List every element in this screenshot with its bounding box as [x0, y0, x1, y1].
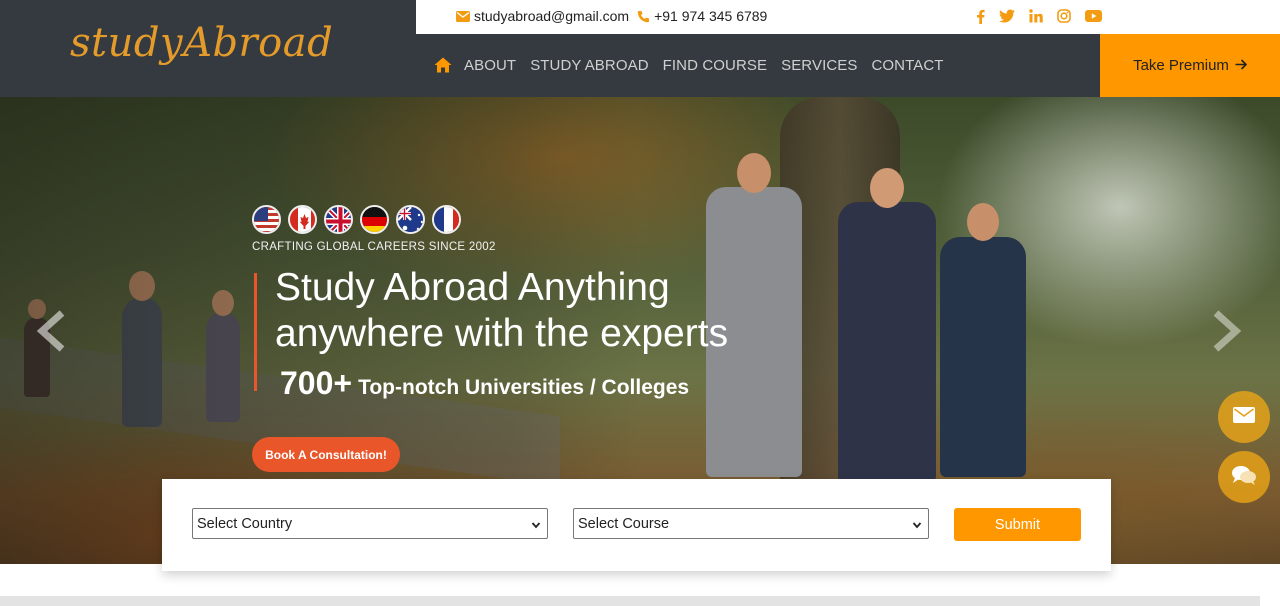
top-contact-bar: studyabroad@gmail.com +91 974 345 6789	[416, 0, 1280, 34]
hero-stat-text: Top-notch Universities / Colleges	[358, 376, 690, 399]
canada-flag-icon	[288, 205, 317, 234]
hero-tagline: CRAFTING GLOBAL CAREERS SINCE 2002	[252, 241, 496, 253]
youtube-icon[interactable]	[1085, 8, 1102, 24]
logo-block: studyAbroad	[0, 0, 416, 97]
home-icon[interactable]	[434, 57, 452, 75]
hero-headline-line2: anywhere with the experts	[275, 312, 729, 355]
instagram-icon[interactable]	[1057, 8, 1071, 24]
course-select[interactable]: Select Course	[573, 508, 929, 539]
carousel-next-icon[interactable]	[1212, 309, 1242, 353]
main-nav: ABOUT STUDY ABROAD FIND COURSE SERVICES …	[416, 34, 1100, 97]
logo[interactable]: studyAbroad	[70, 20, 333, 66]
country-select-value: Select Country	[197, 515, 293, 532]
country-flags	[252, 205, 461, 234]
email-link[interactable]: studyabroad@gmail.com	[474, 8, 629, 24]
linkedin-icon[interactable]	[1029, 8, 1043, 24]
envelope-icon	[456, 10, 470, 22]
country-select[interactable]: Select Country	[192, 508, 548, 539]
germany-flag-icon	[360, 205, 389, 234]
hero-stat: 700+ Top-notch Universities / Colleges	[280, 365, 689, 402]
usa-flag-icon	[252, 205, 281, 234]
nav-study-abroad[interactable]: STUDY ABROAD	[530, 57, 648, 74]
hero-headline: Study Abroad Anything anywhere with the …	[275, 265, 728, 357]
book-consultation-button[interactable]: Book A Consultation!	[252, 437, 400, 472]
contact-info: studyabroad@gmail.com +91 974 345 6789	[456, 8, 767, 24]
hero-stat-number: 700+	[280, 365, 353, 401]
chevron-down-icon	[912, 518, 922, 529]
nav-services[interactable]: SERVICES	[781, 57, 857, 74]
phone-link[interactable]: +91 974 345 6789	[654, 8, 767, 24]
phone-icon	[637, 10, 650, 23]
chat-icon	[1231, 464, 1257, 491]
course-search-card: Select Country Select Course Submit	[162, 479, 1111, 571]
social-links	[976, 8, 1102, 24]
facebook-icon[interactable]	[976, 8, 985, 24]
arrow-right-icon	[1235, 57, 1248, 74]
course-select-value: Select Course	[578, 515, 670, 532]
chevron-down-icon	[531, 518, 541, 529]
hero-headline-line1: Study Abroad Anything	[275, 266, 670, 309]
chat-fab-button[interactable]	[1218, 451, 1270, 503]
uk-flag-icon	[324, 205, 353, 234]
nav-about[interactable]: ABOUT	[464, 57, 516, 74]
hero-figure	[940, 203, 1026, 477]
page: studyAbroad studyabroad@gmail.com +91 97…	[0, 0, 1280, 606]
submit-button[interactable]: Submit	[954, 508, 1081, 541]
envelope-icon	[1233, 406, 1255, 428]
take-premium-button[interactable]: Take Premium	[1100, 34, 1280, 97]
take-premium-label: Take Premium	[1133, 57, 1229, 74]
section-divider	[0, 596, 1260, 606]
nav-find-course[interactable]: FIND COURSE	[663, 57, 767, 74]
france-flag-icon	[432, 205, 461, 234]
carousel-prev-icon[interactable]	[36, 309, 66, 353]
hero-figure	[838, 168, 936, 482]
twitter-icon[interactable]	[999, 8, 1015, 24]
australia-flag-icon	[396, 205, 425, 234]
email-fab-button[interactable]	[1218, 391, 1270, 443]
headline-accent-bar	[254, 273, 257, 391]
nav-contact[interactable]: CONTACT	[871, 57, 943, 74]
